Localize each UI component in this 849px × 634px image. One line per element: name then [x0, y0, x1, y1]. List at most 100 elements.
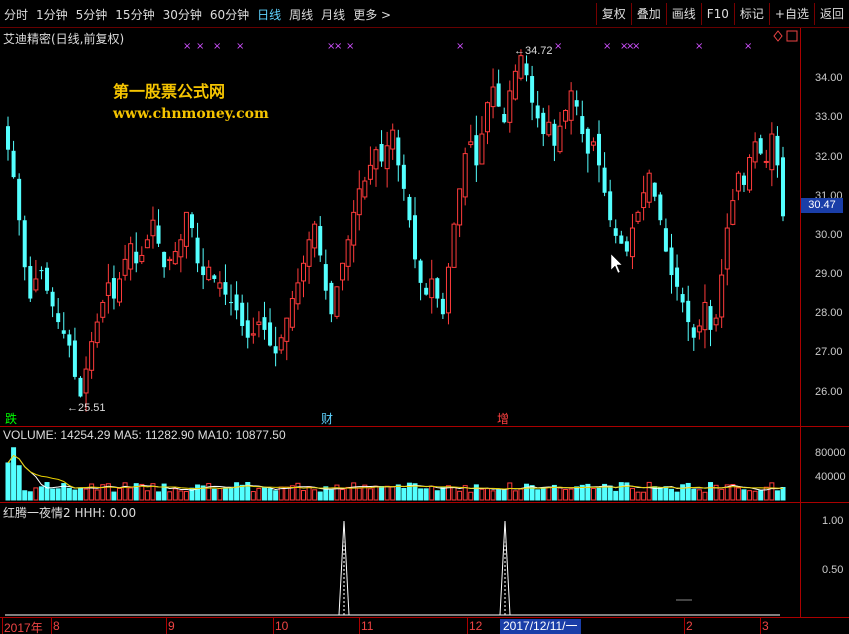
- volume-bar: [206, 483, 212, 501]
- candle-body-down: [45, 267, 50, 291]
- candle-body-up: [150, 219, 156, 237]
- volume-bar: [451, 486, 457, 501]
- candle-body-up: [468, 141, 474, 146]
- volume-bar: [228, 486, 234, 501]
- volume-bar: [518, 488, 524, 501]
- candle-body-down: [775, 135, 780, 166]
- volume-bar: [691, 488, 697, 501]
- candle-body-up: [206, 266, 212, 281]
- panel-toggle-icon: [786, 30, 798, 42]
- volume-bar: [351, 482, 357, 501]
- volume-bar: [490, 490, 496, 501]
- candle-body-up: [568, 90, 574, 121]
- volume-bar: [423, 488, 429, 501]
- indicator-panel-divider: [0, 502, 849, 503]
- watermark-title: 第一股票公式网: [113, 82, 226, 101]
- candle-body-down: [156, 225, 161, 244]
- volume-bar: [144, 490, 150, 501]
- date-tick-label: 12: [469, 619, 483, 633]
- candle-body-down: [56, 313, 61, 323]
- volume-bar: [356, 487, 362, 501]
- volume-bar: [167, 491, 173, 501]
- candle-body-down: [758, 138, 763, 154]
- volume-bar: [38, 486, 44, 501]
- signal-mark-icon: ×: [632, 41, 640, 52]
- volume-bar: [769, 482, 775, 501]
- volume-bar: [574, 486, 580, 501]
- volume-bar: [668, 488, 674, 501]
- candle-body-down: [273, 346, 278, 354]
- indicator-tick-05: 0.50: [822, 564, 844, 576]
- candle-body-down: [652, 182, 657, 197]
- date-tick-label: 2017年: [4, 621, 43, 634]
- candle-body-down: [111, 278, 116, 299]
- candle-body-up: [256, 321, 262, 326]
- candle-body-down: [195, 237, 200, 264]
- volume-bar: [55, 488, 61, 501]
- candle-body-down: [22, 220, 27, 268]
- candle-body-down: [201, 266, 206, 276]
- volume-bar: [752, 490, 758, 501]
- candle-body-up: [512, 70, 518, 100]
- signal-mark-icon: ×: [183, 41, 191, 52]
- candle-body-up: [696, 325, 702, 333]
- candle-body-up: [301, 262, 307, 282]
- volume-bar: [50, 488, 56, 501]
- candle-body-down: [580, 116, 585, 135]
- volume-bar: [473, 484, 479, 501]
- volume-bar: [535, 489, 541, 501]
- candle-body-down: [502, 114, 507, 123]
- candle-body-up: [702, 301, 708, 331]
- volume-bar: [440, 486, 446, 501]
- volume-bar: [183, 490, 189, 501]
- volume-bar: [479, 488, 485, 501]
- candle-body-up: [507, 90, 513, 123]
- candle-body-up: [128, 243, 134, 270]
- date-tick: [359, 618, 360, 634]
- candle-body-down: [424, 287, 429, 295]
- volume-bar: [284, 486, 290, 501]
- candle-body-down: [379, 144, 384, 162]
- candle-body-up: [546, 121, 552, 136]
- date-tick: [467, 618, 468, 634]
- price-tick: 33.00: [815, 111, 843, 124]
- candle-body-up: [713, 317, 719, 326]
- signal-mark-icon: ×: [213, 41, 221, 52]
- candle-body-down: [262, 317, 267, 330]
- candle-body-down: [669, 247, 674, 276]
- price-tick: 27.00: [815, 346, 843, 359]
- signal-mark-icon: ×: [554, 41, 562, 52]
- candle-body-down: [413, 215, 418, 260]
- candle-body-up: [518, 55, 524, 79]
- volume-bar: [273, 490, 279, 501]
- indicator-label: 红腾一夜情2 HHH: 0.00: [3, 506, 137, 520]
- low-price-label: ←25.51: [67, 402, 106, 414]
- volume-tick-40000: 40000: [815, 471, 846, 483]
- signal-fall: 跌: [5, 412, 18, 426]
- candle-body-up: [167, 258, 173, 261]
- cursor-date-badge: 2017/12/11/一: [500, 619, 581, 634]
- volume-bar: [27, 491, 33, 501]
- candle-body-up: [139, 254, 145, 263]
- volume-bar: [774, 490, 780, 501]
- volume-bar: [507, 482, 513, 501]
- candle-body-down: [240, 302, 245, 326]
- price-tick: 29.00: [815, 268, 843, 281]
- volume-bar: [702, 491, 708, 501]
- signal-mark-icon: ×: [346, 41, 354, 52]
- volume-bar: [267, 488, 273, 501]
- candle-body-up: [557, 125, 563, 153]
- candle-body-up: [367, 164, 373, 180]
- volume-bar: [696, 489, 702, 501]
- candle-body-up: [719, 274, 725, 318]
- date-tick-label: 10: [275, 619, 289, 633]
- volume-bar: [239, 484, 245, 501]
- candle-body-down: [223, 282, 228, 295]
- volume-bar: [618, 482, 624, 501]
- candle-body-down: [234, 294, 239, 311]
- signal-finance: 财: [321, 412, 334, 426]
- candle-body-up: [105, 282, 111, 296]
- candle-body-down: [212, 275, 217, 279]
- volume-bar: [674, 491, 680, 501]
- volume-bar: [222, 487, 228, 501]
